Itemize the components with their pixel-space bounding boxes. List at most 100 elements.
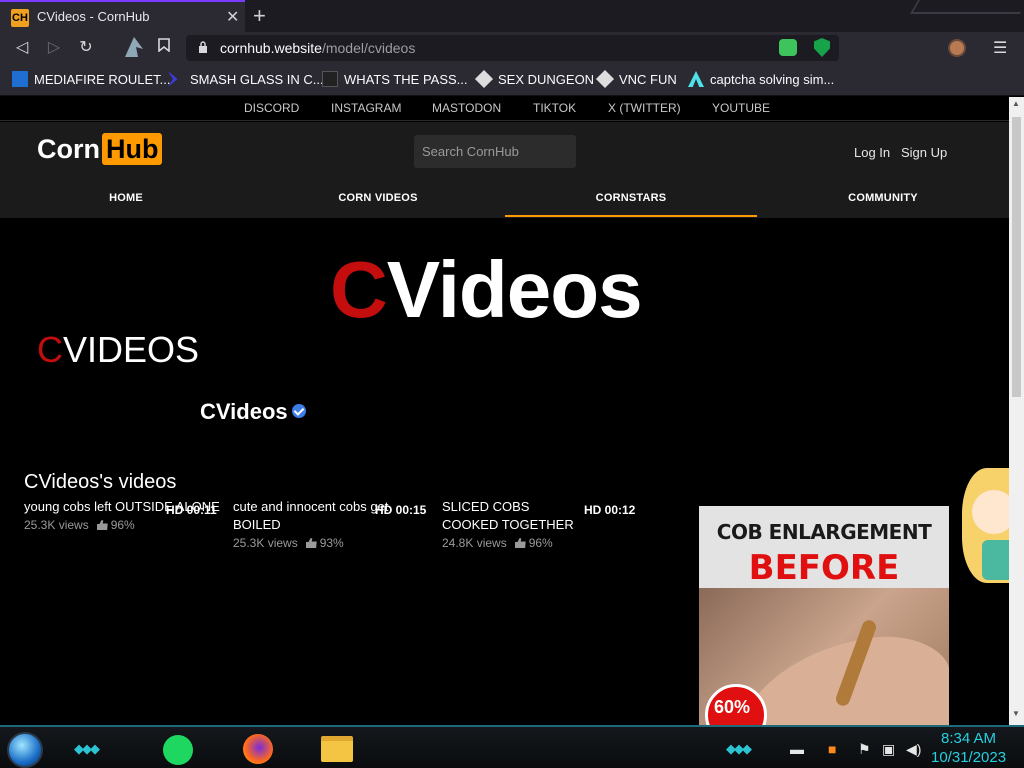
file-explorer-icon[interactable] <box>321 736 353 762</box>
banner-sub-rest: VIDEOS <box>63 329 200 370</box>
bookmark-label: MEDIAFIRE ROULET... <box>34 72 171 87</box>
reload-icon[interactable]: ↻ <box>76 38 96 58</box>
banner-title-c: C <box>330 245 388 334</box>
video-rating: 96% <box>528 536 553 550</box>
videos-heading: CVideos's videos <box>24 471 177 493</box>
social-links-bar: DISCORD INSTAGRAM MASTODON TIKTOK X (TWI… <box>0 97 1009 121</box>
social-link-instagram[interactable]: INSTAGRAM <box>331 101 401 115</box>
ad-subheadline: BEFORE <box>748 548 900 588</box>
start-button[interactable] <box>7 732 43 768</box>
taskbar-decoration: ◆◆◆ <box>74 741 100 756</box>
logo-corn: Corn <box>37 134 100 164</box>
clock-time[interactable]: 8:34 AM <box>941 730 996 747</box>
advertisement[interactable]: COB ENLARGEMENT BEFORE 60% <box>699 506 949 725</box>
video-hd-duration: HD 00:11 <box>166 503 217 517</box>
social-link-youtube[interactable]: YOUTUBE <box>712 101 770 115</box>
logo-hub: Hub <box>102 133 163 165</box>
social-link-mastodon[interactable]: MASTODON <box>432 101 501 115</box>
video-title[interactable]: SLICED COBS COOKED TOGETHER <box>442 498 582 534</box>
browser-tab[interactable]: CH CVideos - CornHub ✕ <box>0 0 245 32</box>
network-icon[interactable]: ▣ <box>882 741 895 758</box>
scroll-down-icon[interactable]: ▼ <box>1012 709 1020 718</box>
video-hd-duration: HD 00:15 <box>375 503 427 517</box>
banner-title: CVideos <box>330 244 643 336</box>
caret-logo-icon <box>688 71 704 87</box>
nav-community[interactable]: COMMUNITY <box>757 192 1009 204</box>
bookmark-label: captcha solving sim... <box>710 72 835 87</box>
social-link-x[interactable]: X (TWITTER) <box>608 101 681 115</box>
app-tray-icon[interactable]: ■ <box>828 741 836 757</box>
forward-icon[interactable]: ▷ <box>44 38 64 58</box>
url-bar[interactable]: cornhub.website/model/cvideos <box>186 35 839 61</box>
video-meta: 25.3K views 96% <box>24 518 224 532</box>
hamburger-menu-icon[interactable]: ☰ <box>993 38 1007 58</box>
new-tab-icon[interactable]: + <box>253 3 266 29</box>
lock-icon <box>199 41 207 53</box>
chevron-logo-icon <box>168 71 178 87</box>
signup-link[interactable]: Sign Up <box>901 145 947 160</box>
video-views: 24.8K views <box>442 536 507 550</box>
social-link-discord[interactable]: DISCORD <box>244 101 299 115</box>
web-page: DISCORD INSTAGRAM MASTODON TIKTOK X (TWI… <box>0 97 1009 725</box>
video-meta: 25.3K views 93% <box>233 536 433 550</box>
bookmark-item[interactable]: WHATS THE PASS... <box>322 70 468 90</box>
nav-cornstars[interactable]: CORNSTARS <box>505 192 757 204</box>
taskbar: ◆◆◆ ◆◆◆ ▬ ■ ⚑ ▣ ◀) 8:34 AM 10/31/2023 <box>0 725 1024 768</box>
shield-extension-icon[interactable] <box>814 38 830 57</box>
window-decoration <box>909 0 1024 14</box>
thumbs-up-icon <box>305 538 317 548</box>
login-link[interactable]: Log In <box>854 145 890 160</box>
video-views: 25.3K views <box>24 518 89 532</box>
ad-headline: COB ENLARGEMENT <box>716 520 932 544</box>
bookmark-item[interactable]: VNC FUN <box>595 69 677 90</box>
site-header: CornHub Log In Sign Up HOME CORN VIDEOS … <box>0 122 1009 218</box>
search-input[interactable] <box>414 135 576 168</box>
navigation-toolbar: ◁ ▷ ↻ cornhub.website/model/cvideos ☰ <box>0 32 1024 64</box>
bookmark-item[interactable]: captcha solving sim... <box>688 70 834 90</box>
bookmarks-bar: MEDIAFIRE ROULET... SMASH GLASS IN C... … <box>0 64 1024 96</box>
bookmark-icon[interactable] <box>154 38 174 58</box>
volume-icon[interactable]: ◀) <box>906 741 921 758</box>
video-card[interactable]: SLICED COBS COOKED TOGETHER 24.8K views 9… <box>442 498 582 550</box>
video-meta: 24.8K views 96% <box>442 536 582 550</box>
banner-subtitle: CVIDEOS <box>37 329 199 371</box>
site-logo[interactable]: Corn Hub <box>37 133 163 170</box>
model-name-text: CVideos <box>200 399 288 424</box>
page-scrollbar[interactable]: ▲ ▼ <box>1009 97 1024 725</box>
tab-favicon: CH <box>11 9 29 27</box>
mediafire-icon <box>12 71 28 87</box>
shark-extension-icon[interactable] <box>122 35 143 57</box>
flag-icon[interactable]: ⚑ <box>858 741 871 758</box>
video-rating: 93% <box>319 536 344 550</box>
scroll-up-icon[interactable]: ▲ <box>1012 99 1020 108</box>
back-icon[interactable]: ◁ <box>12 38 32 58</box>
video-views: 25.3K views <box>233 536 298 550</box>
notes-extension-icon[interactable] <box>779 39 797 56</box>
profile-avatar[interactable] <box>948 39 966 57</box>
tab-strip: CH CVideos - CornHub ✕ + <box>0 0 1024 32</box>
close-tab-icon[interactable]: ✕ <box>226 7 239 27</box>
nav-corn-videos[interactable]: CORN VIDEOS <box>252 192 504 204</box>
bookmark-item[interactable]: SEX DUNGEON <box>474 69 595 90</box>
bookmark-item[interactable]: SMASH GLASS IN C... <box>168 70 324 90</box>
video-rating: 96% <box>110 518 135 532</box>
scroll-thumb[interactable] <box>1012 117 1021 397</box>
firefox-icon[interactable] <box>243 734 273 764</box>
cube-icon <box>474 69 494 89</box>
bookmark-label: SMASH GLASS IN C... <box>190 72 324 87</box>
taskbar-decoration: ◆◆◆ <box>726 741 752 756</box>
spotify-icon[interactable] <box>163 735 193 765</box>
banner-title-rest: Videos <box>386 245 643 334</box>
banner-sub-c: C <box>37 329 63 370</box>
video-hd-duration: HD 00:12 <box>584 503 636 517</box>
cube-icon <box>595 69 615 89</box>
show-hidden-icons-icon[interactable]: ▬ <box>790 741 804 757</box>
tab-title: CVideos - CornHub <box>37 9 150 24</box>
clock-date[interactable]: 10/31/2023 <box>931 749 1006 766</box>
verified-icon <box>291 404 306 418</box>
bookmark-label: SEX DUNGEON <box>498 72 595 87</box>
nav-home[interactable]: HOME <box>0 192 252 204</box>
url-text: cornhub.website/model/cvideos <box>220 40 415 56</box>
social-link-tiktok[interactable]: TIKTOK <box>533 101 576 115</box>
bookmark-item[interactable]: MEDIAFIRE ROULET... <box>12 70 171 90</box>
